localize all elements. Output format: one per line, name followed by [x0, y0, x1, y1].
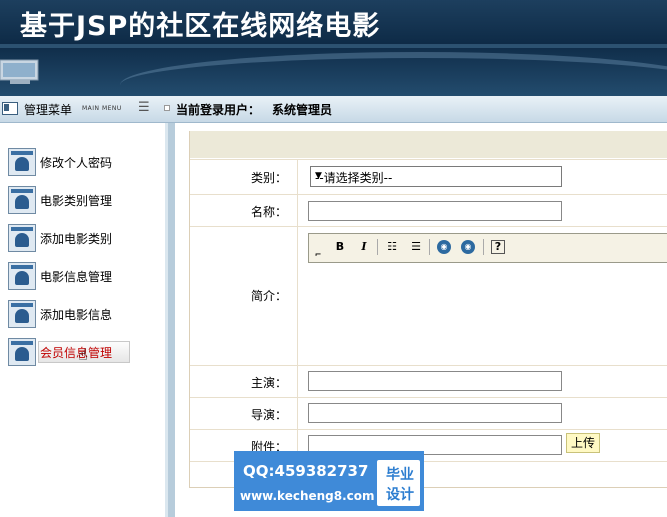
rich-text-toolbar: ⌐ B I ☷ ☰ ◉ ◉ ? [308, 233, 667, 263]
watermark-badge-line2: 设计 [386, 487, 414, 503]
user-icon [8, 224, 36, 252]
app-header: 基于JSP的社区在线网络电影 [0, 0, 667, 96]
form-row-name: 名称： [190, 194, 667, 226]
sidebar-item-label: 会员信息管理 [40, 346, 113, 360]
watermark-qq: QQ:459382737 [243, 462, 369, 480]
upload-button[interactable]: 上传 [566, 433, 600, 453]
form-row-actor: 主演： [190, 365, 667, 397]
name-label: 名称： [250, 205, 287, 219]
insert-link-button[interactable]: ◉ [437, 240, 451, 254]
header-swoosh [120, 52, 667, 96]
watermark-banner: QQ:459382737 www.kecheng8.com 毕业 设计 [234, 451, 424, 511]
header-stripe [0, 44, 667, 48]
watermark-badge: 毕业 设计 [377, 460, 420, 506]
bullet-icon [164, 105, 170, 111]
actor-label: 主演： [250, 376, 287, 390]
list-icon: ☰ [138, 100, 150, 115]
watermark-badge-line1: 毕业 [386, 467, 414, 483]
monitor-icon [0, 59, 39, 84]
help-button[interactable]: ? [491, 240, 505, 254]
watermark-url: www.kecheng8.com [240, 489, 375, 503]
movie-form: 类别： --请选择类别-- ▼ 名称： 简介： ⌐ B I ☷ ☰ ◉ ◉ ? … [189, 131, 667, 488]
menu-subtitle: MAIN MENU [82, 105, 122, 112]
current-user: 当前登录用户： 系统管理员 [176, 101, 332, 118]
user-icon [8, 186, 36, 214]
sidebar-item-member-manage[interactable]: 会员信息管理 ☝ [8, 338, 138, 366]
form-row-intro: 简介： ⌐ B I ☷ ☰ ◉ ◉ ? [190, 226, 667, 365]
user-icon [8, 300, 36, 328]
user-name: 系统管理员 [272, 103, 333, 117]
remove-link-button[interactable]: ◉ [461, 240, 475, 254]
bold-button[interactable]: B [333, 240, 347, 254]
director-input[interactable] [308, 403, 562, 423]
sidebar-item-label: 添加电影类别 [40, 232, 113, 246]
director-label: 导演： [250, 408, 287, 422]
menu-icon [2, 102, 18, 115]
intro-label: 简介： [250, 289, 287, 303]
user-icon [8, 262, 36, 290]
sidebar-item-movie-manage[interactable]: 电影信息管理 [8, 262, 138, 290]
italic-button[interactable]: I [357, 240, 371, 254]
sidebar-divider [165, 123, 175, 517]
name-input[interactable] [308, 201, 562, 221]
grip-icon: ⌐ [314, 250, 322, 259]
form-header [190, 131, 667, 158]
hand-cursor-icon: ☝ [78, 345, 88, 364]
sidebar-item-add-category[interactable]: 添加电影类别 [8, 224, 138, 252]
user-icon [8, 148, 36, 176]
sidebar-item-label: 修改个人密码 [40, 156, 113, 170]
category-label: 类别： [250, 171, 287, 185]
form-row-director: 导演： [190, 397, 667, 429]
sidebar: 修改个人密码 电影类别管理 添加电影类别 电影信息管理 添加电影信息 会员信息管… [0, 123, 165, 517]
unordered-list-button[interactable]: ☰ [409, 240, 423, 254]
user-label: 当前登录用户： [176, 103, 261, 117]
actor-input[interactable] [308, 371, 562, 391]
user-icon [8, 338, 36, 366]
sidebar-item-category-manage[interactable]: 电影类别管理 [8, 186, 138, 214]
category-select[interactable]: --请选择类别-- ▼ [310, 166, 562, 187]
sidebar-item-change-password[interactable]: 修改个人密码 [8, 148, 138, 176]
menu-title: 管理菜单 [24, 103, 73, 117]
sidebar-item-add-movie[interactable]: 添加电影信息 [8, 300, 138, 328]
page-title: 基于JSP的社区在线网络电影 [20, 11, 381, 42]
sidebar-item-label: 添加电影信息 [40, 308, 113, 322]
top-navbar: 管理菜单 MAIN MENU ☰ 当前登录用户： 系统管理员 [0, 96, 667, 123]
ordered-list-button[interactable]: ☷ [385, 240, 399, 254]
sidebar-item-label: 电影信息管理 [40, 270, 113, 284]
chevron-down-icon: ▼ [315, 171, 322, 181]
form-row-category: 类别： --请选择类别-- ▼ [190, 159, 667, 194]
sidebar-item-label: 电影类别管理 [40, 194, 113, 208]
